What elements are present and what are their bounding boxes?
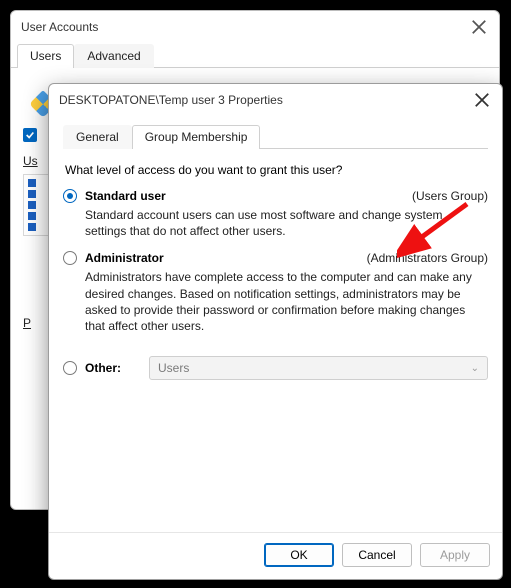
- dialog-buttons: OK Cancel Apply: [49, 532, 502, 579]
- require-signin-checkbox[interactable]: [23, 128, 37, 142]
- ok-button[interactable]: OK: [264, 543, 334, 567]
- list-item: [28, 190, 36, 198]
- tab-users[interactable]: Users: [17, 44, 74, 68]
- list-item: [28, 201, 36, 209]
- tab-general[interactable]: General: [63, 125, 132, 149]
- users-list-fragment: [23, 174, 49, 236]
- list-item: [28, 179, 36, 187]
- radio-standard-user[interactable]: [63, 189, 77, 203]
- other-label: Other:: [85, 361, 121, 375]
- front-title: DESKTOPATONE\Temp user 3 Properties: [59, 93, 472, 107]
- standard-user-description: Standard account users can use most soft…: [85, 207, 486, 239]
- back-tabs: Users Advanced: [11, 43, 499, 68]
- back-titlebar: User Accounts: [11, 11, 499, 43]
- option-standard-user: Standard user (Users Group) Standard acc…: [63, 189, 488, 239]
- option-other: Other: Users ⌄: [63, 356, 488, 380]
- administrator-label: Administrator: [85, 251, 164, 265]
- radio-administrator[interactable]: [63, 251, 77, 265]
- chevron-down-icon: ⌄: [471, 363, 479, 374]
- list-item: [28, 212, 36, 220]
- combo-value: Users: [158, 361, 189, 375]
- apply-button[interactable]: Apply: [420, 543, 490, 567]
- close-icon[interactable]: [469, 17, 489, 37]
- standard-user-group: (Users Group): [412, 189, 488, 203]
- cancel-button[interactable]: Cancel: [342, 543, 412, 567]
- radio-other[interactable]: [63, 361, 77, 375]
- tab-advanced[interactable]: Advanced: [74, 44, 153, 68]
- list-item: [28, 223, 36, 231]
- back-title: User Accounts: [21, 20, 469, 34]
- properties-window: DESKTOPATONE\Temp user 3 Properties Gene…: [48, 83, 503, 580]
- administrator-description: Administrators have complete access to t…: [85, 269, 486, 334]
- administrator-group: (Administrators Group): [367, 251, 488, 265]
- other-group-combo[interactable]: Users ⌄: [149, 356, 488, 380]
- tab-group-membership[interactable]: Group Membership: [132, 125, 261, 149]
- standard-user-label: Standard user: [85, 189, 166, 203]
- close-icon[interactable]: [472, 90, 492, 110]
- option-administrator: Administrator (Administrators Group) Adm…: [63, 251, 488, 334]
- front-titlebar: DESKTOPATONE\Temp user 3 Properties: [49, 84, 502, 116]
- access-level-question: What level of access do you want to gran…: [65, 163, 486, 177]
- front-tabs: General Group Membership: [63, 124, 488, 149]
